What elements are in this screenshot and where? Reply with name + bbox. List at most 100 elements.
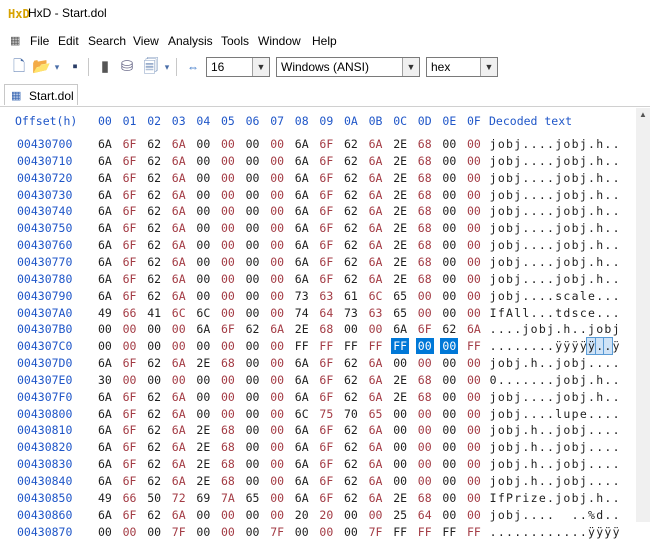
page-icon[interactable]: 🗐 <box>142 58 160 76</box>
hex-byte[interactable]: 00 <box>219 271 237 287</box>
decoded-char[interactable]: . <box>530 406 538 422</box>
decoded-char[interactable]: j <box>489 187 497 203</box>
decoded-char[interactable]: j <box>555 203 563 219</box>
decoded-char[interactable]: j <box>555 153 563 169</box>
hex-byte[interactable]: 00 <box>440 372 458 388</box>
decoded-char[interactable]: j <box>555 422 563 438</box>
decoded-char[interactable]: j <box>579 372 587 388</box>
decoded-char[interactable]: o <box>563 389 571 405</box>
decoded-char[interactable]: . <box>522 456 530 472</box>
decoded-char[interactable]: j <box>587 321 595 337</box>
decoded-char[interactable]: o <box>497 220 505 236</box>
decoded-char[interactable]: . <box>505 524 513 540</box>
decoded-char[interactable]: . <box>604 473 612 489</box>
hex-byte[interactable]: 00 <box>219 254 237 270</box>
decoded-char[interactable]: h <box>596 372 604 388</box>
hex-byte[interactable]: 69 <box>194 490 212 506</box>
decoded-char[interactable]: . <box>612 406 620 422</box>
hex-byte[interactable]: 00 <box>440 254 458 270</box>
hex-byte[interactable]: 6A <box>96 271 114 287</box>
decoded-char[interactable]: j <box>514 271 522 287</box>
hex-byte[interactable]: 75 <box>317 406 335 422</box>
hex-byte[interactable]: 62 <box>342 170 360 186</box>
hex-byte[interactable]: 00 <box>465 237 483 253</box>
decoded-char[interactable]: j <box>514 237 522 253</box>
decoded-char[interactable]: . <box>530 220 538 236</box>
hex-byte[interactable]: 2E <box>194 422 212 438</box>
decoded-char[interactable]: . <box>522 422 530 438</box>
decoded-char[interactable]: . <box>571 524 579 540</box>
hex-byte[interactable]: 00 <box>194 389 212 405</box>
hex-byte[interactable]: 6A <box>96 288 114 304</box>
hex-byte[interactable]: 00 <box>440 271 458 287</box>
hex-byte[interactable]: 68 <box>416 203 434 219</box>
decoded-char[interactable]: j <box>579 389 587 405</box>
hex-byte[interactable]: 00 <box>96 524 114 540</box>
hex-byte[interactable]: 6C <box>170 305 188 321</box>
hex-byte[interactable]: 6F <box>317 203 335 219</box>
hex-byte[interactable]: 6A <box>293 439 311 455</box>
decoded-char[interactable]: . <box>604 254 612 270</box>
menu-analysis[interactable]: Analysis <box>168 34 213 48</box>
decoded-char[interactable]: o <box>563 422 571 438</box>
decoded-char[interactable]: . <box>530 288 538 304</box>
hex-byte[interactable]: 70 <box>342 406 360 422</box>
hex-byte[interactable]: 2E <box>391 187 409 203</box>
charset-select[interactable]: Windows (ANSI) ▼ <box>276 57 420 77</box>
decoded-char[interactable]: . <box>522 439 530 455</box>
hex-byte[interactable]: 68 <box>416 220 434 236</box>
decoded-char[interactable]: e <box>587 305 595 321</box>
hex-byte[interactable]: FF <box>465 524 483 540</box>
decoded-char[interactable]: . <box>596 305 604 321</box>
hex-byte[interactable]: 68 <box>219 456 237 472</box>
hex-byte[interactable]: 00 <box>268 170 286 186</box>
hex-byte[interactable]: 00 <box>194 170 212 186</box>
decoded-char[interactable]: j <box>489 271 497 287</box>
decoded-char[interactable]: . <box>522 271 530 287</box>
decoded-char[interactable]: o <box>563 170 571 186</box>
decoded-char[interactable]: h <box>596 237 604 253</box>
hex-byte[interactable]: 62 <box>342 220 360 236</box>
decoded-char[interactable]: . <box>546 305 554 321</box>
decoded-char[interactable]: . <box>546 406 554 422</box>
hex-byte[interactable]: 00 <box>416 355 434 371</box>
hex-byte[interactable]: 00 <box>244 507 262 523</box>
hex-byte[interactable]: 00 <box>440 170 458 186</box>
hex-byte[interactable]: 6F <box>121 389 139 405</box>
decoded-char[interactable]: . <box>546 153 554 169</box>
hex-byte[interactable]: 00 <box>244 271 262 287</box>
decoded-char[interactable]: o <box>563 237 571 253</box>
decoded-char[interactable]: . <box>612 187 620 203</box>
hex-byte[interactable]: 6A <box>367 136 385 152</box>
decoded-char[interactable]: . <box>604 389 612 405</box>
decoded-char[interactable]: . <box>571 321 579 337</box>
decoded-char[interactable]: . <box>538 203 546 219</box>
hex-byte[interactable]: 6F <box>416 321 434 337</box>
hex-byte[interactable]: 49 <box>96 490 114 506</box>
hex-byte[interactable]: FF <box>391 524 409 540</box>
hex-byte[interactable]: 00 <box>465 422 483 438</box>
decoded-char[interactable]: . <box>563 524 571 540</box>
hex-byte[interactable]: 00 <box>465 355 483 371</box>
decoded-char[interactable]: l <box>555 406 563 422</box>
hex-byte[interactable]: 6A <box>367 473 385 489</box>
decoded-char[interactable]: b <box>505 389 513 405</box>
hex-byte[interactable]: 00 <box>268 338 286 354</box>
hex-byte[interactable]: 62 <box>342 187 360 203</box>
decoded-char[interactable]: . <box>497 372 505 388</box>
hex-byte[interactable]: 6F <box>121 439 139 455</box>
decoded-char[interactable]: o <box>563 372 571 388</box>
hex-byte[interactable]: 00 <box>317 524 335 540</box>
decoded-char[interactable]: . <box>522 473 530 489</box>
decoded-char[interactable]: b <box>571 355 579 371</box>
decoded-char[interactable]: j <box>522 321 530 337</box>
decoded-char[interactable]: j <box>555 254 563 270</box>
hex-byte[interactable]: 6F <box>121 456 139 472</box>
decoded-char[interactable]: o <box>497 507 505 523</box>
hex-byte[interactable]: 68 <box>416 136 434 152</box>
hex-byte[interactable]: 00 <box>219 406 237 422</box>
hex-byte[interactable]: 00 <box>293 524 311 540</box>
hex-byte[interactable]: 6A <box>367 187 385 203</box>
hex-byte[interactable]: 00 <box>465 170 483 186</box>
hex-byte[interactable]: 6F <box>121 355 139 371</box>
